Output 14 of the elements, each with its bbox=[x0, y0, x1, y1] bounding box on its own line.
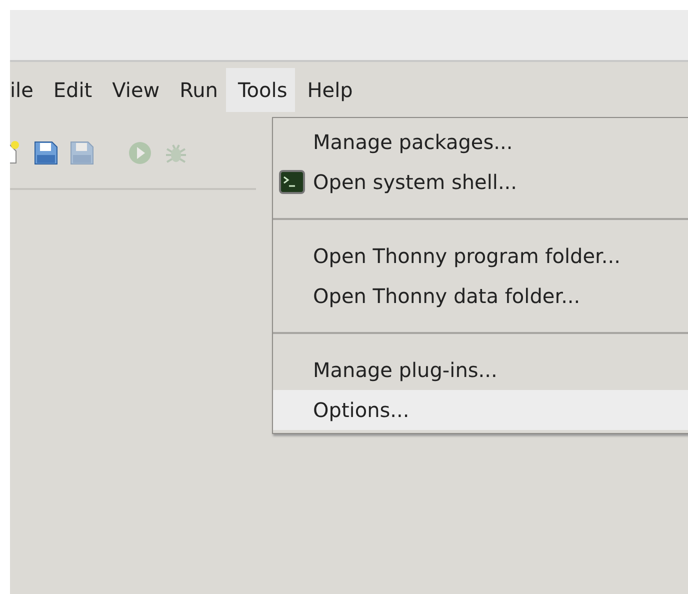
menu-option[interactable]: Manage plug-ins... bbox=[273, 350, 688, 390]
menu-item[interactable]: View bbox=[100, 68, 168, 112]
menu-item[interactable]: Help bbox=[295, 68, 361, 112]
menu-option[interactable]: Open system shell... bbox=[273, 162, 688, 202]
menu-item[interactable]: ile bbox=[10, 68, 42, 112]
menu-option[interactable]: Open Thonny data folder... bbox=[273, 276, 688, 316]
menu-option[interactable]: Manage packages... bbox=[273, 122, 688, 162]
menu-item[interactable]: Run bbox=[168, 68, 226, 112]
menu-item[interactable]: Tools bbox=[226, 68, 296, 112]
save-icon[interactable] bbox=[32, 139, 60, 167]
menu-option[interactable]: Options... bbox=[273, 390, 688, 430]
terminal-icon bbox=[279, 170, 305, 194]
menu-item[interactable]: Edit bbox=[41, 68, 100, 112]
menu-option[interactable]: Open Thonny program folder... bbox=[273, 236, 688, 276]
